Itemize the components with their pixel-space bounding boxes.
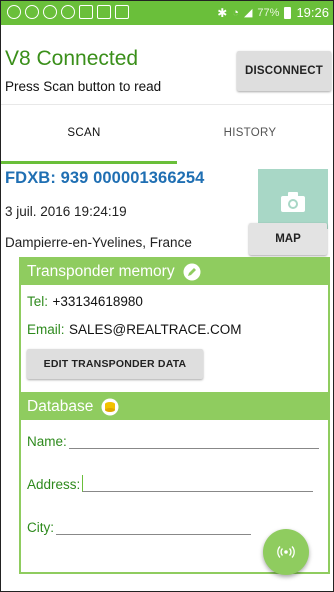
map-button[interactable]: MAP	[249, 223, 327, 255]
transponder-memory-section: Transponder memory Tel: +33134618980 Ema…	[19, 257, 330, 409]
tab-history[interactable]: HISTORY	[167, 105, 333, 161]
wifi-icon: ◔	[232, 6, 239, 19]
tab-scan[interactable]: SCAN	[1, 105, 167, 161]
battery-icon	[284, 6, 292, 19]
page-title: V8 Connected	[5, 47, 139, 70]
name-field: Name:	[27, 432, 319, 449]
notification-icon	[7, 5, 21, 19]
mail-icon	[79, 5, 93, 19]
section-header: Transponder memory	[21, 259, 328, 285]
system-icons: ✱ ◔ ◢ 77% 19:26	[217, 5, 329, 20]
section-header: Database	[21, 394, 328, 420]
image-icon	[97, 5, 111, 19]
transponder-code: FDXB: 939 000001366254	[5, 169, 205, 187]
name-input[interactable]	[68, 432, 319, 449]
tel-row: Tel: +33134618980	[27, 293, 143, 311]
name-label: Name:	[27, 434, 67, 449]
email-value: SALES@REALTRACE.COM	[68, 322, 242, 337]
app-screen: ✱ ◔ ◢ 77% 19:26 V8 Connected Press Scan …	[0, 0, 334, 592]
battery-percent: 77%	[257, 6, 280, 19]
address-input[interactable]	[82, 475, 314, 492]
status-bar: ✱ ◔ ◢ 77% 19:26	[1, 1, 333, 25]
chat-icon	[61, 5, 75, 19]
spreadsheet-icon	[115, 5, 129, 19]
city-label: City:	[27, 520, 54, 535]
notification-icon	[25, 5, 39, 19]
nfc-scan-icon	[277, 546, 295, 558]
photo-button[interactable]	[258, 169, 328, 229]
address-field: Address:	[27, 475, 314, 492]
tab-bar: SCAN HISTORY	[1, 104, 333, 164]
coins-icon	[101, 398, 119, 416]
section-title: Transponder memory	[27, 263, 175, 280]
tab-indicator	[1, 161, 177, 164]
address-label: Address:	[27, 477, 81, 492]
signal-icon: ◢	[243, 7, 253, 19]
section-title: Database	[27, 398, 94, 415]
city-input[interactable]	[56, 518, 251, 535]
whatsapp-icon	[43, 5, 57, 19]
disconnect-button[interactable]: DISCONNECT	[237, 51, 331, 91]
city-field: City:	[27, 518, 251, 535]
pencil-icon[interactable]	[183, 263, 201, 281]
tel-value: +33134618980	[52, 294, 143, 309]
scan-date: 3 juil. 2016 19:24:19	[5, 204, 127, 219]
camera-icon	[281, 192, 305, 212]
scan-location: Dampierre-en-Yvelines, France	[5, 235, 192, 250]
email-row: Email: SALES@REALTRACE.COM	[27, 321, 241, 339]
tel-label: Tel:	[27, 294, 49, 309]
bluetooth-icon: ✱	[217, 5, 228, 20]
notification-icons	[7, 5, 129, 19]
page-subtitle: Press Scan button to read	[5, 79, 162, 94]
email-label: Email:	[27, 322, 65, 337]
scan-fab-button[interactable]	[263, 529, 309, 575]
clock: 19:26	[296, 5, 329, 20]
edit-transponder-button[interactable]: EDIT TRANSPONDER DATA	[27, 349, 203, 379]
